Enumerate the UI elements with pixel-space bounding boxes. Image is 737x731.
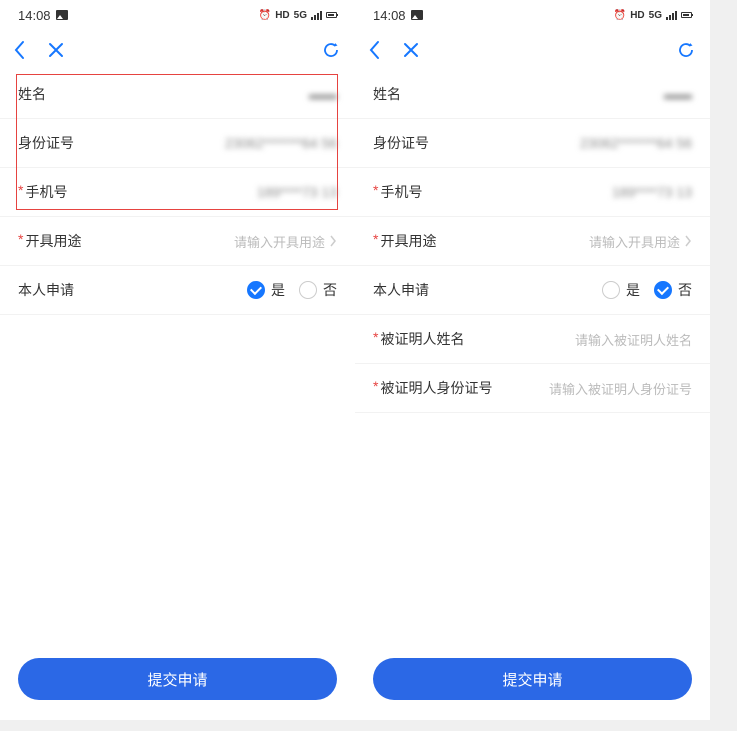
placeholder-certified-id: 请输入被证明人身份证号 — [549, 379, 692, 398]
refresh-icon[interactable] — [676, 40, 696, 60]
row-name: 姓名 ▬▬ — [355, 70, 710, 119]
label-name: 姓名 — [18, 84, 46, 104]
label-purpose: 开具用途 — [380, 231, 436, 251]
hd-indicator: HD — [275, 10, 289, 21]
row-self-apply: 本人申请 是 否 — [0, 266, 355, 315]
label-phone: 手机号 — [380, 182, 422, 202]
hd-indicator: HD — [630, 10, 644, 21]
radio-yes-circle — [602, 281, 620, 299]
radio-yes-circle — [247, 281, 265, 299]
required-star: * — [373, 329, 378, 345]
placeholder-certified-name: 请输入被证明人姓名 — [575, 330, 692, 349]
radio-yes[interactable]: 是 — [602, 280, 640, 300]
signal-icon — [666, 11, 677, 20]
status-bar: 14:08 ⏰ HD 5G — [355, 0, 710, 30]
back-icon[interactable] — [365, 40, 385, 60]
radio-no[interactable]: 否 — [299, 280, 337, 300]
chevron-right-icon — [684, 235, 692, 247]
required-star: * — [18, 231, 23, 247]
network-indicator: 5G — [649, 10, 662, 21]
radio-group-self-apply: 是 否 — [247, 280, 337, 300]
picture-icon — [411, 10, 423, 20]
radio-no-label: 否 — [678, 280, 692, 300]
radio-no[interactable]: 否 — [654, 280, 692, 300]
submit-label: 提交申请 — [147, 669, 207, 690]
value-name: ▬▬ — [664, 86, 692, 102]
label-certified-id: 被证明人身份证号 — [380, 378, 492, 398]
picture-icon — [56, 10, 68, 20]
row-certified-id[interactable]: *被证明人身份证号 请输入被证明人身份证号 — [355, 364, 710, 413]
radio-no-circle — [299, 281, 317, 299]
row-certified-name[interactable]: *被证明人姓名 请输入被证明人姓名 — [355, 315, 710, 364]
close-icon[interactable] — [46, 40, 66, 60]
placeholder-purpose: 请输入开具用途 — [589, 232, 680, 251]
phone-right: 14:08 ⏰ HD 5G 姓名 ▬▬ 身份证号 — [355, 0, 710, 720]
label-phone: 手机号 — [25, 182, 67, 202]
row-self-apply: 本人申请 是 否 — [355, 266, 710, 315]
nav-bar — [355, 30, 710, 70]
status-bar: 14:08 ⏰ HD 5G — [0, 0, 355, 30]
label-certified-name: 被证明人姓名 — [380, 329, 464, 349]
label-id-number: 身份证号 — [18, 133, 74, 153]
required-star: * — [18, 182, 23, 198]
label-purpose: 开具用途 — [25, 231, 81, 251]
row-name: 姓名 ▬▬ — [0, 70, 355, 119]
bottom-bar: 提交申请 — [355, 644, 710, 720]
chevron-right-icon — [329, 235, 337, 247]
row-phone: *手机号 189****73 13 — [0, 168, 355, 217]
form-area: 姓名 ▬▬ 身份证号 23062*******64 56 *手机号 189***… — [355, 70, 710, 644]
row-phone: *手机号 189****73 13 — [355, 168, 710, 217]
label-self-apply: 本人申请 — [18, 280, 74, 300]
required-star: * — [373, 231, 378, 247]
row-id-number: 身份证号 23062*******64 56 — [355, 119, 710, 168]
label-id-number: 身份证号 — [373, 133, 429, 153]
value-phone: 189****73 13 — [257, 184, 337, 200]
required-star: * — [373, 182, 378, 198]
back-icon[interactable] — [10, 40, 30, 60]
radio-yes-label: 是 — [271, 280, 285, 300]
alarm-icon: ⏰ — [259, 10, 271, 21]
close-icon[interactable] — [401, 40, 421, 60]
alarm-icon: ⏰ — [614, 10, 626, 21]
radio-group-self-apply: 是 否 — [602, 280, 692, 300]
required-star: * — [373, 378, 378, 394]
label-name: 姓名 — [373, 84, 401, 104]
value-phone: 189****73 13 — [612, 184, 692, 200]
value-id-number: 23062*******64 56 — [225, 135, 337, 151]
radio-no-label: 否 — [323, 280, 337, 300]
status-time: 14:08 — [18, 8, 51, 23]
submit-button[interactable]: 提交申请 — [18, 658, 337, 700]
form-area: 姓名 ▬▬ 身份证号 23062*******64 56 *手机号 189***… — [0, 70, 355, 644]
network-indicator: 5G — [294, 10, 307, 21]
refresh-icon[interactable] — [321, 40, 341, 60]
row-purpose[interactable]: *开具用途 请输入开具用途 — [355, 217, 710, 266]
value-name: ▬▬ — [309, 86, 337, 102]
submit-label: 提交申请 — [502, 669, 562, 690]
radio-yes[interactable]: 是 — [247, 280, 285, 300]
label-self-apply: 本人申请 — [373, 280, 429, 300]
phone-left: 14:08 ⏰ HD 5G 姓名 ▬▬ 身份证 — [0, 0, 355, 720]
submit-button[interactable]: 提交申请 — [373, 658, 692, 700]
radio-yes-label: 是 — [626, 280, 640, 300]
placeholder-purpose: 请输入开具用途 — [234, 232, 325, 251]
status-time: 14:08 — [373, 8, 406, 23]
battery-icon — [681, 12, 692, 18]
row-purpose[interactable]: *开具用途 请输入开具用途 — [0, 217, 355, 266]
row-id-number: 身份证号 23062*******64 56 — [0, 119, 355, 168]
bottom-bar: 提交申请 — [0, 644, 355, 720]
battery-icon — [326, 12, 337, 18]
value-id-number: 23062*******64 56 — [580, 135, 692, 151]
radio-no-circle — [654, 281, 672, 299]
nav-bar — [0, 30, 355, 70]
signal-icon — [311, 11, 322, 20]
